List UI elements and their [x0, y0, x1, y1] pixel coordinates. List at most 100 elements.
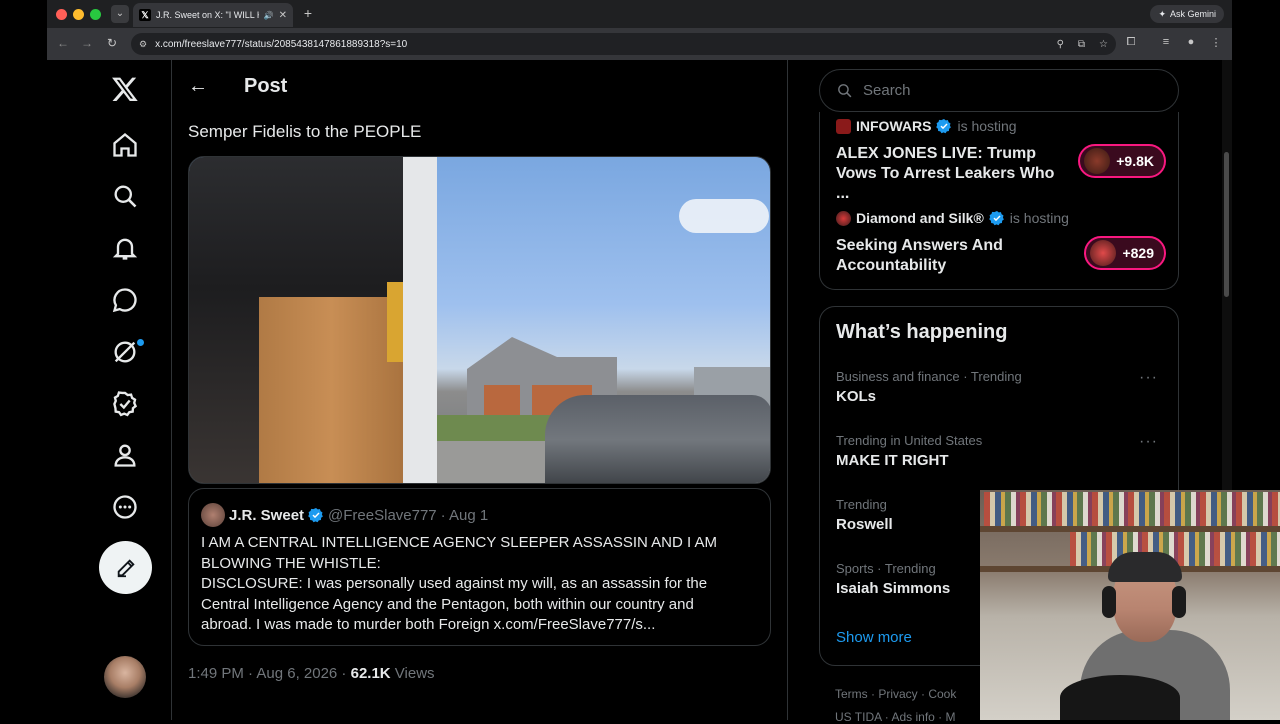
forward-arrow-icon[interactable]: → [79, 36, 95, 50]
feather-pen-icon [117, 558, 135, 577]
x-logo-icon: 𝕏 [139, 9, 151, 21]
headphones [1172, 586, 1186, 618]
tab-bar: ⌄ 𝕏 J.R. Sweet on X: "I WILL H 🔊 ✕ + ✦ A… [47, 0, 1232, 28]
speaker-icon[interactable]: 🔊 [264, 11, 274, 20]
quoted-text-line: I AM A CENTRAL INTELLIGENCE AGENCY SLEEP… [201, 534, 718, 551]
search-bar[interactable] [819, 69, 1179, 112]
ask-gemini-button[interactable]: ✦ Ask Gemini [1150, 5, 1224, 23]
verified-badge-icon [308, 508, 323, 523]
x-logo-icon[interactable] [98, 67, 152, 111]
new-tab-plus-icon[interactable]: + [299, 5, 317, 21]
hosting-label: is hosting [1009, 210, 1069, 226]
listener-count: +9.8K [1116, 153, 1154, 169]
messages-icon[interactable] [98, 278, 152, 322]
home-icon[interactable] [98, 123, 152, 167]
post-video[interactable] [188, 156, 771, 484]
trend-name: KOLs [836, 388, 877, 405]
trend-context: Trending in United States [836, 433, 983, 448]
door-frame [403, 157, 437, 483]
compose-post-button[interactable] [99, 541, 152, 594]
space-item[interactable]: Diamond and Silk® is hosting Seeking Ans… [836, 210, 1166, 276]
space-title: Seeking Answers And Accountability [836, 237, 1003, 274]
post-time[interactable]: 1:49 PM · Aug 6, 2026 · [188, 665, 351, 682]
avatar [1084, 148, 1111, 174]
show-more-link[interactable]: Show more [836, 629, 912, 646]
main-column: ← Post Semper Fidelis to the PEOPLE J.R.… [171, 60, 788, 720]
trend-name: MAKE IT RIGHT [836, 452, 949, 469]
quoted-text-line: BLOWING THE WHISTLE: [201, 554, 381, 572]
garage-door [484, 385, 520, 417]
author-handle[interactable]: @FreeSlave777 [328, 507, 437, 524]
views-count: 62.1K [350, 665, 391, 682]
bookshelf [984, 492, 1280, 526]
trend-item[interactable]: Business and finance · Trending KOLs ··· [836, 369, 1166, 405]
avatar[interactable] [201, 503, 225, 527]
address-bar[interactable]: ⚙ x.com/freeslave777/status/208543814786… [131, 33, 1116, 55]
verified-orgs-icon[interactable] [98, 382, 152, 426]
space-listeners-pill[interactable]: +829 [1084, 236, 1166, 270]
browser-tab[interactable]: 𝕏 J.R. Sweet on X: "I WILL H 🔊 ✕ [133, 3, 293, 27]
more-dots-icon[interactable]: ··· [1139, 433, 1158, 451]
space-listeners-pill[interactable]: +9.8K [1078, 144, 1166, 178]
browser-toolbar: ← → ↻ ⚙ x.com/freeslave777/status/208543… [47, 28, 1232, 60]
footer-links[interactable]: US TIDA · Ads info · M [835, 710, 955, 724]
section-title: What’s happening [836, 321, 1008, 343]
avatar [1090, 240, 1117, 266]
extensions-puzzle-icon[interactable]: ⧠ [1123, 36, 1139, 49]
url-text[interactable]: x.com/freeslave777/status/20854381478618… [155, 39, 1042, 50]
space-host: INFOWARS is hosting [836, 118, 1166, 134]
tab-search-chevron-icon[interactable]: ⌄ [111, 5, 129, 23]
install-app-icon[interactable]: ⧉ [1078, 39, 1085, 50]
author-name[interactable]: J.R. Sweet [229, 507, 304, 524]
headphones [1102, 586, 1116, 618]
browser-chrome: ⌄ 𝕏 J.R. Sweet on X: "I WILL H 🔊 ✕ + ✦ A… [47, 0, 1232, 60]
yellow-panel [387, 282, 403, 362]
space-host: Diamond and Silk® is hosting [836, 210, 1166, 226]
bell-icon[interactable] [98, 226, 152, 270]
listener-count: +829 [1122, 245, 1154, 261]
host-avatar [836, 118, 851, 134]
footer-links[interactable]: Terms · Privacy · Cook [835, 687, 956, 701]
quoted-text-line: abroad. I was made to murder both Foreig… [201, 616, 656, 633]
maximize-window-button[interactable] [90, 9, 101, 20]
tab-title: J.R. Sweet on X: "I WILL H [156, 10, 259, 20]
more-menu-icon[interactable]: ⋮ [1208, 36, 1224, 49]
microphone [1060, 675, 1180, 720]
trend-context: Business and finance · Trending [836, 369, 1022, 384]
bookmark-star-icon[interactable]: ☆ [1099, 39, 1108, 50]
grok-icon[interactable] [98, 330, 152, 374]
lawn [437, 415, 557, 443]
hosting-label: is hosting [957, 118, 1017, 134]
back-arrow-icon[interactable]: ← [188, 75, 210, 98]
search-icon[interactable] [98, 174, 152, 218]
minimize-window-button[interactable] [73, 9, 84, 20]
wooden-door [259, 297, 404, 483]
close-window-button[interactable] [56, 9, 67, 20]
page-title: Post [244, 75, 288, 97]
media-controls-icon[interactable]: ≡ [1158, 36, 1174, 48]
post-text: Semper Fidelis to the PEOPLE [188, 122, 422, 141]
notification-dot [137, 339, 144, 346]
quoted-post[interactable]: J.R. Sweet @FreeSlave777 · Aug 1 I AM A … [188, 488, 771, 646]
profile-avatar-icon[interactable]: ● [1183, 36, 1199, 48]
trend-item[interactable]: Trending in United States MAKE IT RIGHT … [836, 433, 1166, 469]
views-label: Views [390, 665, 435, 682]
more-circle-icon[interactable] [98, 485, 152, 529]
quoted-text-line: DISCLOSURE: I was personally used agains… [201, 575, 708, 592]
post-header: ← Post [172, 60, 787, 113]
ask-gemini-label: Ask Gemini [1169, 9, 1216, 19]
site-info-icon[interactable]: ⚙ [139, 39, 147, 50]
search-icon [838, 84, 852, 98]
back-arrow-icon[interactable]: ← [55, 36, 71, 50]
account-avatar[interactable] [104, 656, 146, 698]
tab-close-icon[interactable]: ✕ [279, 10, 287, 21]
more-dots-icon[interactable]: ··· [1139, 369, 1158, 387]
cloud [679, 199, 769, 233]
scrollbar-thumb[interactable] [1224, 152, 1229, 297]
profile-icon[interactable] [98, 433, 152, 477]
reload-icon[interactable]: ↻ [104, 36, 120, 50]
post-date: · Aug 1 [440, 506, 489, 524]
zoom-icon[interactable]: ⚲ [1057, 39, 1064, 50]
search-input[interactable] [863, 82, 1143, 99]
space-item[interactable]: INFOWARS is hosting ALEX JONES LIVE: Tru… [836, 118, 1166, 204]
